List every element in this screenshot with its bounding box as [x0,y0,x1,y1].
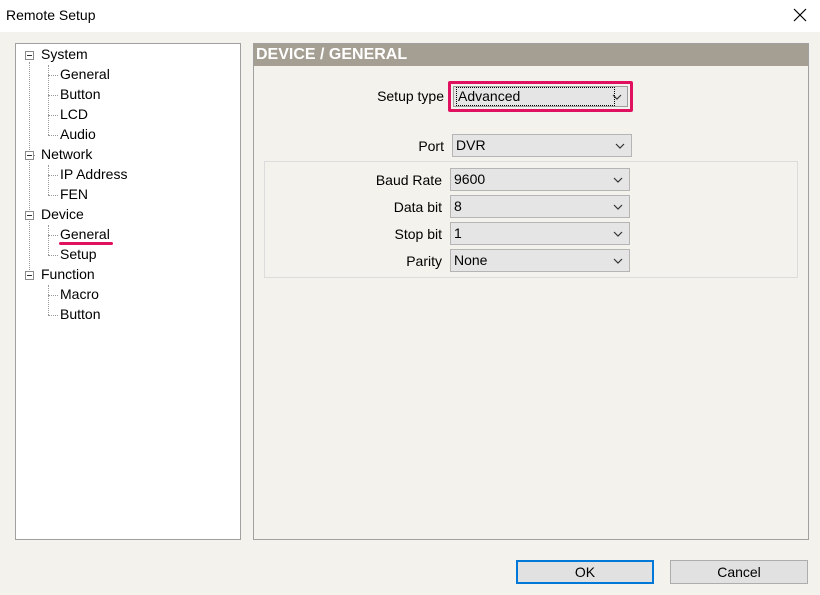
tree-item-network-ip-address[interactable]: IP Address [60,166,127,182]
chevron-down-icon [613,231,623,237]
close-button[interactable] [780,0,820,30]
baud-rate-label: Baud Rate [375,172,442,188]
window-title: Remote Setup [6,7,96,23]
tree-group-system[interactable]: System [41,46,88,62]
stop-bit-label: Stop bit [394,226,442,242]
chevron-down-icon [613,177,623,183]
port-value: DVR [456,137,486,153]
stop-bit-value: 1 [454,225,462,241]
parity-select[interactable]: None [450,249,630,272]
port-label: Port [418,138,444,154]
cancel-button[interactable]: Cancel [670,560,808,584]
title-bar: Remote Setup [0,0,820,32]
chevron-down-icon [613,204,623,210]
tree-group-device[interactable]: Device [41,206,84,222]
collapse-icon[interactable] [25,271,34,280]
data-bit-label: Data bit [393,199,442,215]
settings-panel: DEVICE / GENERAL [253,43,809,540]
tree-item-system-audio[interactable]: Audio [60,126,96,142]
collapse-icon[interactable] [25,51,34,60]
tree-group-function[interactable]: Function [41,266,95,282]
tree-item-function-button[interactable]: Button [60,306,100,322]
baud-rate-select[interactable]: 9600 [450,168,630,191]
collapse-icon[interactable] [25,211,34,220]
tree-item-network-fen[interactable]: FEN [60,186,88,202]
tree-group-network[interactable]: Network [41,146,92,162]
data-bit-value: 8 [454,198,462,214]
settings-tree[interactable]: System General Button LCD Audio Network … [15,43,241,540]
setup-type-label: Setup type [377,88,444,104]
tree-item-system-button[interactable]: Button [60,86,100,102]
setup-type-select[interactable]: Advanced [448,81,633,112]
baud-rate-value: 9600 [454,171,486,187]
setup-type-value: Advanced [455,87,616,106]
chevron-down-icon [615,143,625,149]
chevron-down-icon [613,258,623,264]
collapse-icon[interactable] [25,151,34,160]
tree-item-device-general[interactable]: General [60,226,110,242]
stop-bit-select[interactable]: 1 [450,222,630,245]
close-icon [793,8,807,22]
port-select[interactable]: DVR [452,134,632,157]
tree-item-function-macro[interactable]: Macro [60,286,99,302]
tree-item-device-setup[interactable]: Setup [60,246,97,262]
data-bit-select[interactable]: 8 [450,195,630,218]
parity-label: Parity [406,253,442,269]
parity-value: None [454,252,488,268]
tree-item-system-lcd[interactable]: LCD [60,106,88,122]
selection-underline [59,242,113,245]
ok-button[interactable]: OK [516,560,654,584]
panel-header: DEVICE / GENERAL [254,44,808,66]
chevron-down-icon [612,94,622,100]
tree-item-system-general[interactable]: General [60,66,110,82]
